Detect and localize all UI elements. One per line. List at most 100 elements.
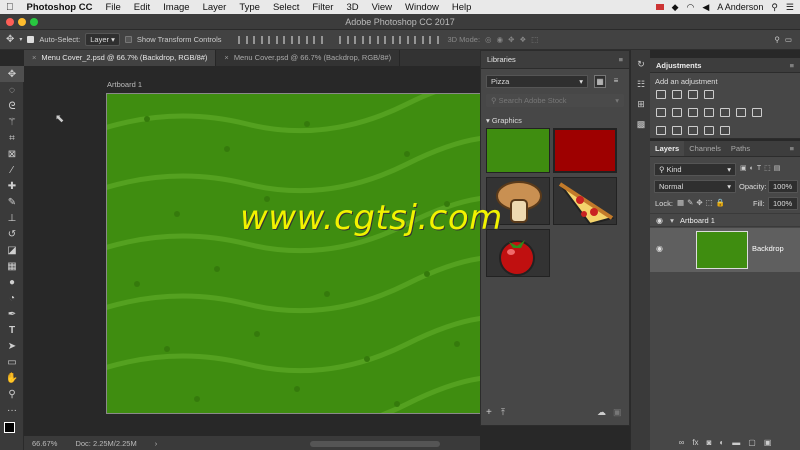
distribute-top-icon[interactable] bbox=[338, 35, 349, 44]
menu-3d[interactable]: 3D bbox=[346, 2, 358, 13]
selective-color-icon[interactable] bbox=[720, 126, 730, 135]
add-content-icon[interactable]: + bbox=[486, 407, 492, 418]
dropbox-icon[interactable]: ◆ bbox=[672, 2, 679, 13]
glyphs-panel-icon[interactable]: ▩ bbox=[631, 114, 651, 134]
tab-layers[interactable]: Layers bbox=[650, 141, 685, 156]
menu-layer[interactable]: Layer bbox=[203, 2, 227, 13]
gradient-tool-icon[interactable]: ▦ bbox=[0, 258, 24, 274]
lock-icons[interactable]: ▦✎✥⬚🔒 bbox=[677, 198, 728, 207]
gradient-map-icon[interactable] bbox=[704, 126, 714, 135]
close-window-button[interactable] bbox=[6, 18, 14, 26]
invert-icon[interactable] bbox=[656, 126, 666, 135]
menu-window[interactable]: Window bbox=[405, 2, 439, 13]
panel-menu-icon[interactable]: ≡ bbox=[790, 58, 794, 73]
eyedropper-tool-icon[interactable]: ⁄ bbox=[0, 162, 24, 178]
libraries-title[interactable]: Libraries bbox=[487, 55, 516, 64]
brush-tool-icon[interactable]: ✎ bbox=[0, 194, 24, 210]
history-panel-icon[interactable]: ↻ bbox=[631, 54, 651, 74]
opacity-field[interactable]: 100% bbox=[768, 180, 798, 193]
graphic-thumb-green-pattern[interactable] bbox=[486, 128, 550, 173]
list-icon[interactable]: ☰ bbox=[786, 2, 794, 13]
color-lookup-icon[interactable] bbox=[752, 108, 762, 117]
blend-mode-dropdown[interactable]: Normal ▾ bbox=[654, 180, 736, 193]
tool-preset-dropdown[interactable]: ▾ bbox=[19, 36, 22, 43]
align-left-icon[interactable] bbox=[282, 35, 293, 44]
healing-brush-tool-icon[interactable]: ✚ bbox=[0, 178, 24, 194]
distribute-left-icon[interactable] bbox=[383, 35, 394, 44]
upload-icon[interactable]: ⤒ bbox=[501, 407, 505, 418]
align-vcenter-icon[interactable] bbox=[252, 35, 263, 44]
visibility-eye-icon[interactable]: ◉ bbox=[656, 244, 663, 253]
fx-icon[interactable]: fx bbox=[692, 438, 698, 447]
distribute-hcenter-icon[interactable] bbox=[398, 35, 409, 44]
doc-tab-menu-cover[interactable]: × Menu Cover.psd @ 66.7% (Backdrop, RGB/8… bbox=[216, 50, 401, 66]
zoom-window-button[interactable] bbox=[30, 18, 38, 26]
menu-select[interactable]: Select bbox=[273, 2, 299, 13]
new-layer-icon[interactable]: ▢ bbox=[748, 438, 756, 447]
flag-icon[interactable] bbox=[655, 4, 664, 10]
properties-panel-icon[interactable]: ☷ bbox=[631, 74, 651, 94]
graphic-thumb-pizza-slice[interactable] bbox=[553, 177, 617, 226]
layer-filter-dropdown[interactable]: ⚲ Kind ▾ bbox=[654, 163, 736, 176]
list-view-icon[interactable]: ≡ bbox=[610, 75, 622, 88]
channel-mixer-icon[interactable] bbox=[736, 108, 746, 117]
auto-align-icon[interactable] bbox=[428, 35, 439, 44]
graphics-section-header[interactable]: ▾ Graphics bbox=[486, 116, 522, 125]
search-icon[interactable]: ⚲ bbox=[771, 2, 778, 13]
search-adobe-stock-field[interactable]: ⚲ Search Adobe Stock ▾ bbox=[486, 94, 624, 107]
add-mask-icon[interactable]: ◙ bbox=[707, 438, 712, 447]
new-group-icon[interactable]: ▬ bbox=[732, 438, 740, 447]
3d-roll-icon[interactable]: ◉ bbox=[497, 35, 504, 44]
move-tool-icon[interactable]: ✥ bbox=[6, 34, 14, 45]
menu-filter[interactable]: Filter bbox=[312, 2, 333, 13]
clone-stamp-tool-icon[interactable]: ⊥ bbox=[0, 210, 24, 226]
layer-row-artboard[interactable]: ◉ ▾ Artboard 1 bbox=[650, 213, 800, 227]
hand-tool-icon[interactable]: ✋ bbox=[0, 370, 24, 386]
doc-tab-menu-cover-2[interactable]: × Menu Cover_2.psd @ 66.7% (Backdrop, RGB… bbox=[24, 50, 217, 66]
more-tools-icon[interactable]: ··· bbox=[0, 402, 24, 418]
frame-tool-icon[interactable]: ⊠ bbox=[0, 146, 24, 162]
pen-tool-icon[interactable]: ✒ bbox=[0, 306, 24, 322]
menu-edit[interactable]: Edit bbox=[134, 2, 150, 13]
black-white-icon[interactable] bbox=[704, 108, 714, 117]
tab-paths[interactable]: Paths bbox=[726, 141, 755, 156]
layer-filter-icons[interactable]: ▣◐T⬚▤ bbox=[740, 164, 783, 172]
3d-pan-icon[interactable]: ✥ bbox=[508, 35, 514, 44]
adjustment-layer-icon[interactable]: ◐ bbox=[719, 438, 724, 447]
auto-select-dropdown[interactable]: Layer ▾ bbox=[85, 33, 120, 46]
graphic-thumb-red-pattern[interactable] bbox=[553, 128, 617, 173]
horizontal-scrollbar[interactable] bbox=[310, 441, 440, 447]
link-layers-icon[interactable]: ∞ bbox=[679, 438, 685, 447]
move-tool-icon-panel[interactable]: ✥ bbox=[0, 66, 24, 82]
artboard-label[interactable]: Artboard 1 bbox=[107, 80, 142, 89]
menu-view[interactable]: View bbox=[372, 2, 392, 13]
menu-type[interactable]: Type bbox=[239, 2, 260, 13]
apple-icon[interactable]:  bbox=[6, 2, 14, 13]
wifi-icon[interactable]: ◠ bbox=[687, 2, 695, 13]
close-tab-icon[interactable]: × bbox=[224, 53, 228, 62]
crop-tool-icon[interactable]: ⌗ bbox=[0, 130, 24, 146]
hue-saturation-icon[interactable] bbox=[672, 108, 682, 117]
libraries-panel-icon[interactable]: ⊞ bbox=[631, 94, 651, 114]
menu-help[interactable]: Help bbox=[452, 2, 472, 13]
photo-filter-icon[interactable] bbox=[720, 108, 730, 117]
3d-slide-icon[interactable]: ❖ bbox=[519, 35, 526, 44]
layer-row-backdrop[interactable]: ◉ Backdrop bbox=[650, 228, 800, 272]
vibrance-icon[interactable] bbox=[656, 108, 666, 117]
brightness-contrast-icon[interactable] bbox=[656, 90, 666, 99]
lasso-tool-icon[interactable]: ᘓ bbox=[0, 98, 24, 114]
dodge-tool-icon[interactable]: ◔ bbox=[0, 290, 24, 306]
workspace-icon[interactable]: ▭ bbox=[785, 35, 792, 44]
distribute-bottom-icon[interactable] bbox=[368, 35, 379, 44]
posterize-icon[interactable] bbox=[672, 126, 682, 135]
panel-menu-icon[interactable]: ≡ bbox=[790, 141, 794, 156]
path-selection-tool-icon[interactable]: ➤ bbox=[0, 338, 24, 354]
menu-image[interactable]: Image bbox=[163, 2, 189, 13]
expand-chevron-icon[interactable]: ▾ bbox=[670, 216, 674, 225]
volume-icon[interactable]: ◀ bbox=[702, 2, 709, 13]
show-transform-checkbox[interactable] bbox=[124, 36, 132, 43]
delete-layer-icon[interactable]: ▣ bbox=[764, 438, 772, 447]
align-bottom-icon[interactable] bbox=[267, 35, 278, 44]
history-brush-tool-icon[interactable]: ↺ bbox=[0, 226, 24, 242]
distribute-vcenter-icon[interactable] bbox=[353, 35, 364, 44]
